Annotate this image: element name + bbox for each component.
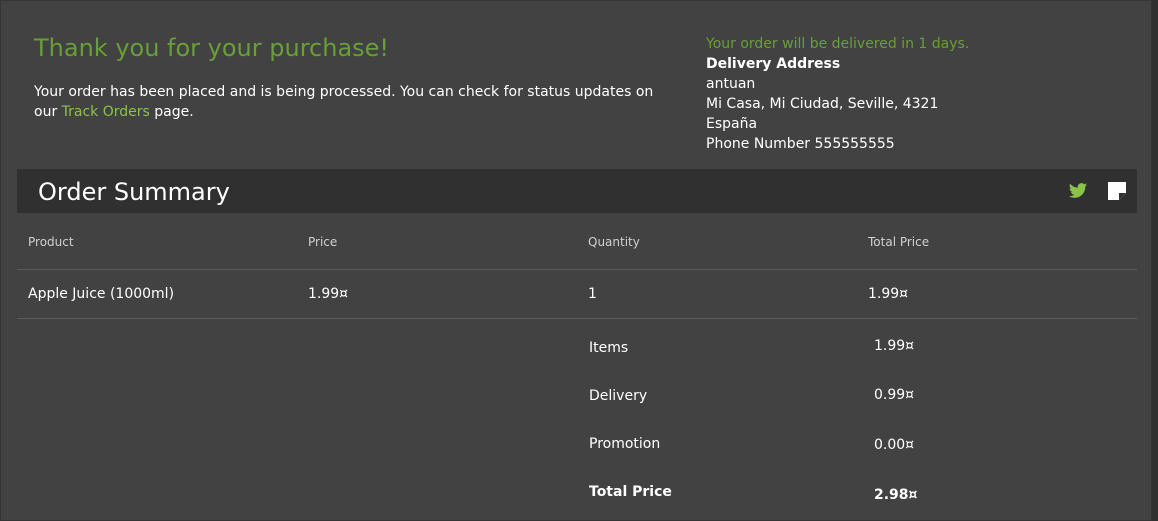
column-header-quantity: Quantity (588, 235, 640, 249)
confirmation-title: Thank you for your purchase! (34, 34, 390, 62)
confirmation-message: Your order has been placed and is being … (34, 82, 674, 122)
delivery-info: Your order will be delivered in 1 days. … (706, 34, 969, 154)
order-summary-table: Product Price Quantity Total Price Apple… (17, 213, 1137, 319)
order-summary-title: Order Summary (38, 178, 230, 206)
totals-total-price-label: Total Price (589, 484, 672, 500)
totals-items-value: 1.99¤ (874, 338, 915, 354)
column-header-price: Price (308, 235, 338, 249)
column-header-product: Product (28, 235, 74, 249)
delivery-country: España (706, 116, 758, 132)
item-quantity: 1 (588, 286, 597, 302)
totals-delivery-label: Delivery (589, 388, 648, 404)
track-orders-link[interactable]: Track Orders (62, 104, 150, 120)
totals-total-price-value: 2.98¤ (874, 487, 918, 503)
delivery-eta: Your order will be delivered in 1 days. (706, 36, 970, 52)
item-total: 1.99¤ (868, 286, 909, 302)
twitter-icon[interactable] (1067, 181, 1089, 201)
order-confirmation-card: Thank you for your purchase! Your order … (0, 0, 1152, 521)
delivery-phone: Phone Number 555555555 (706, 136, 895, 152)
delivery-address-line: Mi Casa, Mi Ciudad, Seville, 4321 (706, 96, 939, 112)
order-summary-header: Order Summary (17, 169, 1137, 213)
delivery-address-label: Delivery Address (706, 56, 841, 72)
table-header-row: Product Price Quantity Total Price (17, 213, 1137, 270)
item-product: Apple Juice (1000ml) (28, 286, 175, 302)
totals-promotion-label: Promotion (589, 436, 661, 452)
table-row: Apple Juice (1000ml) 1.99¤ 1 1.99¤ (17, 270, 1137, 319)
item-price: 1.99¤ (308, 286, 349, 302)
note-icon[interactable] (1106, 181, 1128, 201)
totals-items-label: Items (589, 340, 629, 356)
delivery-name: antuan (706, 76, 756, 92)
confirmation-message-end: page. (149, 104, 194, 120)
totals-delivery-value: 0.99¤ (874, 387, 915, 403)
totals-promotion-value: 0.00¤ (874, 437, 915, 453)
column-header-total-price: Total Price (868, 235, 930, 249)
